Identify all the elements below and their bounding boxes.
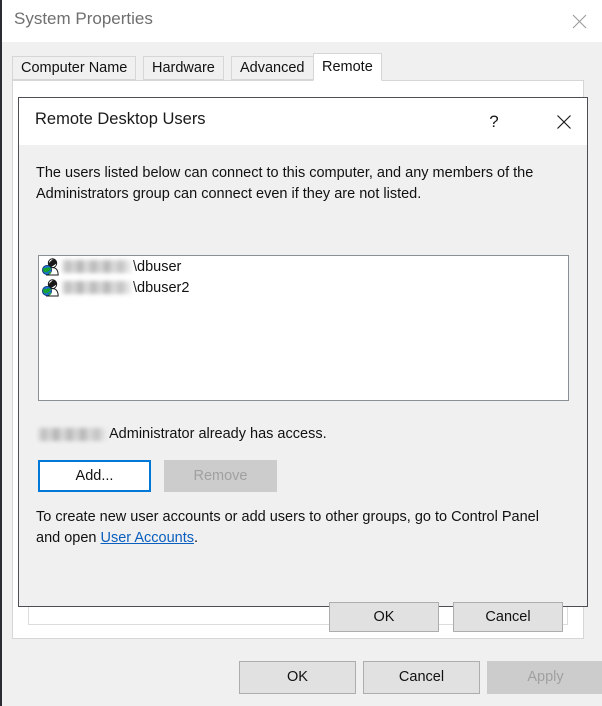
remove-button-label: Remove [193, 467, 248, 484]
tab-computer-name-label: Computer Name [21, 60, 128, 76]
list-item-username: \dbuser [133, 258, 182, 275]
dialog-ok-button-label: OK [373, 608, 395, 625]
create-accounts-hint: To create new user accounts or add users… [36, 507, 566, 549]
close-icon[interactable] [556, 0, 602, 42]
list-item-label: \dbuser2 [62, 280, 189, 296]
tab-hardware-label: Hardware [152, 60, 215, 76]
user-globe-icon [42, 257, 60, 276]
dialog-title: Remote Desktop Users [35, 110, 206, 128]
tab-advanced-label: Advanced [240, 60, 305, 76]
ok-button[interactable]: OK [239, 661, 356, 694]
list-item-username: \dbuser2 [133, 279, 190, 296]
list-item[interactable]: \dbuser2 [39, 277, 568, 298]
window-titlebar: System Properties [2, 0, 602, 42]
tabstrip: Computer Name Hardware Advanced Remote [12, 53, 592, 81]
apply-button-label: Apply [527, 669, 564, 686]
user-listbox[interactable]: \dbuser \dbuser2 [38, 255, 569, 401]
redacted-domain [62, 260, 132, 273]
dialog-ok-button[interactable]: OK [329, 602, 439, 632]
help-icon[interactable]: ? [471, 98, 517, 145]
remove-button: Remove [164, 460, 277, 492]
dialog-cancel-button[interactable]: Cancel [453, 602, 563, 632]
dialog-titlebar: Remote Desktop Users ? [19, 98, 587, 145]
dialog-body: The users listed below can connect to th… [19, 145, 587, 632]
create-accounts-hint-after: . [194, 530, 199, 546]
user-accounts-link[interactable]: User Accounts [101, 530, 195, 546]
apply-button: Apply [487, 661, 602, 694]
tab-remote[interactable]: Remote [313, 53, 382, 81]
add-button-label: Add... [75, 467, 114, 484]
page-title: System Properties [14, 9, 153, 28]
dialog-cancel-button-label: Cancel [485, 608, 531, 625]
list-item-label: \dbuser [62, 259, 181, 275]
add-button[interactable]: Add... [38, 460, 151, 492]
system-properties-window: System Properties Computer Name Hardware… [0, 0, 602, 706]
tab-computer-name[interactable]: Computer Name [12, 56, 137, 80]
remote-desktop-users-dialog: Remote Desktop Users ? The users listed … [18, 97, 588, 632]
tab-advanced[interactable]: Advanced [231, 56, 314, 80]
cancel-button-label: Cancel [398, 669, 445, 686]
list-item[interactable]: \dbuser [39, 256, 568, 277]
ok-button-label: OK [287, 669, 308, 686]
tab-remote-label: Remote [322, 59, 373, 75]
redacted-domain [62, 281, 132, 294]
user-globe-icon [42, 278, 60, 297]
dialog-close-icon[interactable] [541, 98, 587, 145]
redacted-domain [38, 427, 108, 441]
tab-hardware[interactable]: Hardware [143, 56, 224, 80]
admin-access-notice-label: Administrator already has access. [109, 426, 327, 442]
window-footer-buttons: OK Cancel Apply [2, 661, 602, 706]
cancel-button[interactable]: Cancel [363, 661, 480, 694]
help-icon-glyph: ? [489, 111, 499, 131]
admin-access-notice: Administrator already has access. [38, 426, 327, 442]
dialog-description: The users listed below can connect to th… [36, 165, 534, 202]
